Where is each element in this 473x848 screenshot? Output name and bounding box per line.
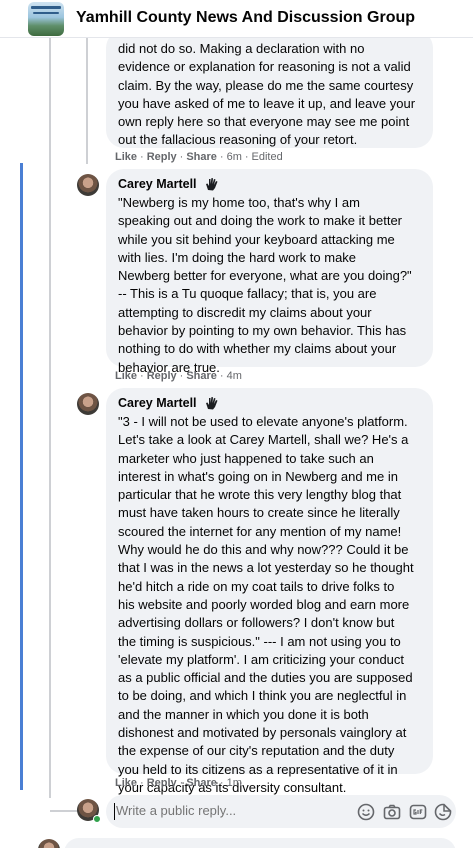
comment-timestamp[interactable]: 4m <box>227 370 242 382</box>
reply-link[interactable]: Reply <box>147 370 177 382</box>
comment-author[interactable]: Carey Martell <box>118 177 197 191</box>
avatar[interactable] <box>77 393 99 415</box>
share-link[interactable]: Share <box>186 151 217 163</box>
comment-bubble: did not do so. Making a declaration with… <box>106 30 433 148</box>
thread-connector <box>86 38 88 164</box>
comment-timestamp[interactable]: 1m <box>227 777 242 789</box>
camera-icon[interactable] <box>382 802 402 822</box>
reply-thread-highlight <box>20 163 23 790</box>
comment-actions: Like · Reply · Share · 1m <box>115 777 242 789</box>
reply-link[interactable]: Reply <box>147 777 177 789</box>
comment-bubble: Carey Martell "3 - I will not be used to… <box>106 388 433 795</box>
share-link[interactable]: Share <box>186 777 217 789</box>
thread-connector <box>50 810 78 812</box>
like-link[interactable]: Like <box>115 370 137 382</box>
thread-connector <box>49 38 51 798</box>
comment-timestamp[interactable]: 6m <box>227 151 242 163</box>
comment-actions: Like · Reply · Share · 4m <box>115 370 242 382</box>
thumbnail-banner-text <box>31 6 61 9</box>
comment-text: did not do so. Making a declaration with… <box>118 41 416 148</box>
online-status-dot <box>93 815 101 823</box>
top-contributor-badge-icon[interactable] <box>203 395 221 411</box>
group-name[interactable]: Yamhill County News And Discussion Group <box>76 9 415 27</box>
text-caret <box>114 803 115 820</box>
comment-text: "Newberg is my home too, that's why I am… <box>118 195 412 375</box>
group-header: Yamhill County News And Discussion Group <box>0 0 473 38</box>
reply-link[interactable]: Reply <box>147 151 177 163</box>
edited-label[interactable]: Edited <box>252 151 283 163</box>
group-cover-thumbnail[interactable] <box>28 2 64 36</box>
comment-text: "3 - I will not be used to elevate anyon… <box>118 414 414 795</box>
share-link[interactable]: Share <box>186 370 217 382</box>
comment-actions: Like · Reply · Share · 6m · Edited <box>115 151 283 163</box>
next-comment-bubble <box>64 838 456 848</box>
emoji-icon[interactable] <box>356 802 376 822</box>
comment-author[interactable]: Carey Martell <box>118 396 197 410</box>
reply-composer[interactable] <box>106 795 456 828</box>
sticker-icon[interactable] <box>433 802 453 822</box>
avatar[interactable] <box>77 174 99 196</box>
avatar[interactable] <box>38 839 60 848</box>
like-link[interactable]: Like <box>115 151 137 163</box>
gif-icon[interactable] <box>408 802 428 822</box>
thumbnail-banner-subtext <box>33 12 59 14</box>
comment-bubble: Carey Martell "Newberg is my home too, t… <box>106 169 433 375</box>
top-contributor-badge-icon[interactable] <box>203 176 221 192</box>
like-link[interactable]: Like <box>115 777 137 789</box>
reply-input[interactable] <box>116 803 346 818</box>
